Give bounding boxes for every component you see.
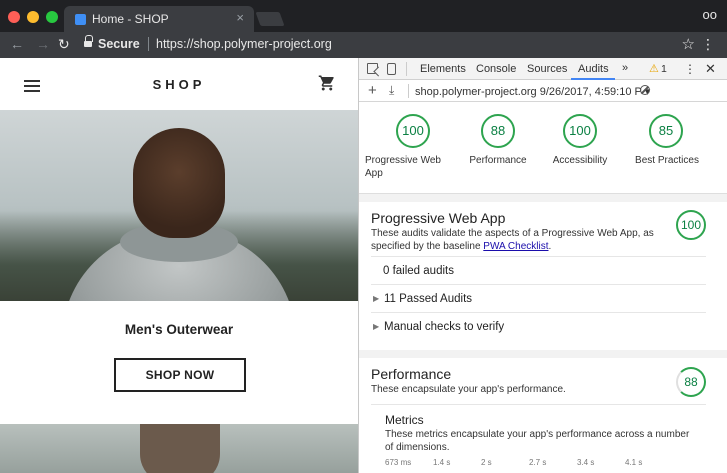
score-label-best-practices: Best Practices <box>635 155 699 166</box>
pwa-section: Progressive Web App These audits validat… <box>359 202 727 350</box>
download-report-icon[interactable]: ⤓ <box>389 83 394 98</box>
inspect-element-icon[interactable] <box>367 63 378 74</box>
failed-audits-row[interactable]: 0 failed audits <box>371 256 706 284</box>
score-label-performance: Performance <box>469 155 527 166</box>
audits-toolbar: + ⤓ shop.polymer-project.org 9/26/2017, … <box>359 80 727 102</box>
bookmark-star-icon[interactable]: ☆ <box>682 35 695 53</box>
more-tabs-icon[interactable]: » <box>622 62 628 74</box>
score-summary: 100 Progressive Web App 88 Performance 1… <box>359 102 727 194</box>
address-bar[interactable]: Secure https://shop.polymer-project.org <box>80 35 660 55</box>
passed-audits-row[interactable]: ▶ 11 Passed Audits <box>371 284 706 312</box>
new-tab-button[interactable] <box>255 12 285 26</box>
hero-image <box>0 110 358 301</box>
score-label-pwa: Progressive Web App <box>365 155 441 179</box>
expand-arrow-icon: ▶ <box>373 294 380 303</box>
tab-audits[interactable]: Audits <box>578 63 609 75</box>
pwa-checklist-link[interactable]: PWA Checklist <box>483 241 548 252</box>
pwa-score-gauge[interactable]: 100 <box>676 210 706 240</box>
performance-section: Performance These encapsulate your app's… <box>359 358 727 473</box>
metrics-title: Metrics <box>385 413 424 427</box>
tab-sources[interactable]: Sources <box>527 63 567 75</box>
tab-close-icon[interactable]: × <box>236 10 244 25</box>
secure-label: Secure <box>98 37 140 51</box>
forward-icon[interactable]: → <box>36 36 50 52</box>
reload-icon[interactable]: ↻ <box>58 36 70 53</box>
device-toolbar-icon[interactable] <box>387 63 396 75</box>
url-text[interactable]: https://shop.polymer-project.org <box>156 37 332 51</box>
score-gauge-best-practices[interactable]: 85 <box>649 114 683 148</box>
new-audit-icon[interactable]: + <box>368 82 377 99</box>
filmstrip-timings: 673 ms 1.4 s2 s 2.7 s 3.4 s 4.1 s <box>385 458 643 467</box>
shop-now-button[interactable]: SHOP NOW <box>114 358 246 392</box>
metrics-description: These metrics encapsulate your app's per… <box>385 429 690 453</box>
devtools-tab-bar: Elements Console Sources Audits » ⚠ 1 ⋮ … <box>359 58 727 80</box>
devtools-panel: Elements Console Sources Audits » ⚠ 1 ⋮ … <box>358 58 727 473</box>
score-gauge-performance[interactable]: 88 <box>481 114 515 148</box>
report-selector[interactable]: shop.polymer-project.org 9/26/2017, 4:59… <box>415 85 650 98</box>
score-label-accessibility: Accessibility <box>552 155 608 166</box>
shop-logo[interactable]: SHOP <box>0 77 358 92</box>
close-devtools-icon[interactable]: ✕ <box>705 61 716 77</box>
lock-icon <box>84 35 93 48</box>
browser-window: Home - SHOP × oo ← → ↻ Secure https://sh… <box>0 0 727 473</box>
performance-score-gauge[interactable]: 88 <box>676 367 706 397</box>
shop-page: SHOP Men's Outerwear SHOP NOW <box>0 58 358 473</box>
pwa-description: These audits validate the aspects of a P… <box>371 228 654 252</box>
warning-count[interactable]: 1 <box>661 63 667 75</box>
performance-description: These encapsulate your app's performance… <box>371 384 566 395</box>
zoom-window-button[interactable] <box>46 11 58 23</box>
shopping-cart-icon[interactable] <box>318 74 336 92</box>
browser-tab[interactable]: Home - SHOP × <box>64 6 254 32</box>
tab-title: Home - SHOP <box>92 12 169 26</box>
favicon-icon <box>75 14 86 25</box>
second-hero-image <box>0 424 358 473</box>
score-gauge-pwa[interactable]: 100 <box>396 114 430 148</box>
incognito-icon: oo <box>702 7 717 22</box>
browser-toolbar: ← → ↻ Secure https://shop.polymer-projec… <box>0 32 727 58</box>
performance-title: Performance <box>371 366 452 382</box>
devtools-menu-icon[interactable]: ⋮ <box>684 62 696 76</box>
tab-elements[interactable]: Elements <box>420 63 466 75</box>
warning-icon[interactable]: ⚠ <box>649 62 659 75</box>
score-gauge-accessibility[interactable]: 100 <box>563 114 597 148</box>
audit-report: 100 Progressive Web App 88 Performance 1… <box>359 102 727 473</box>
pwa-title: Progressive Web App <box>371 210 506 226</box>
shop-header: SHOP <box>0 58 358 110</box>
minimize-window-button[interactable] <box>27 11 39 23</box>
tab-console[interactable]: Console <box>476 63 516 75</box>
expand-arrow-icon: ▶ <box>373 322 380 331</box>
omnibox-divider <box>148 37 149 51</box>
close-window-button[interactable] <box>8 11 20 23</box>
category-title: Men's Outerwear <box>124 322 234 337</box>
title-bar: Home - SHOP × oo <box>0 0 727 32</box>
back-icon[interactable]: ← <box>10 36 24 52</box>
clear-reports-icon[interactable] <box>640 85 650 95</box>
manual-checks-row[interactable]: ▶ Manual checks to verify <box>371 312 706 340</box>
browser-menu-icon[interactable]: ⋮ <box>701 36 715 53</box>
